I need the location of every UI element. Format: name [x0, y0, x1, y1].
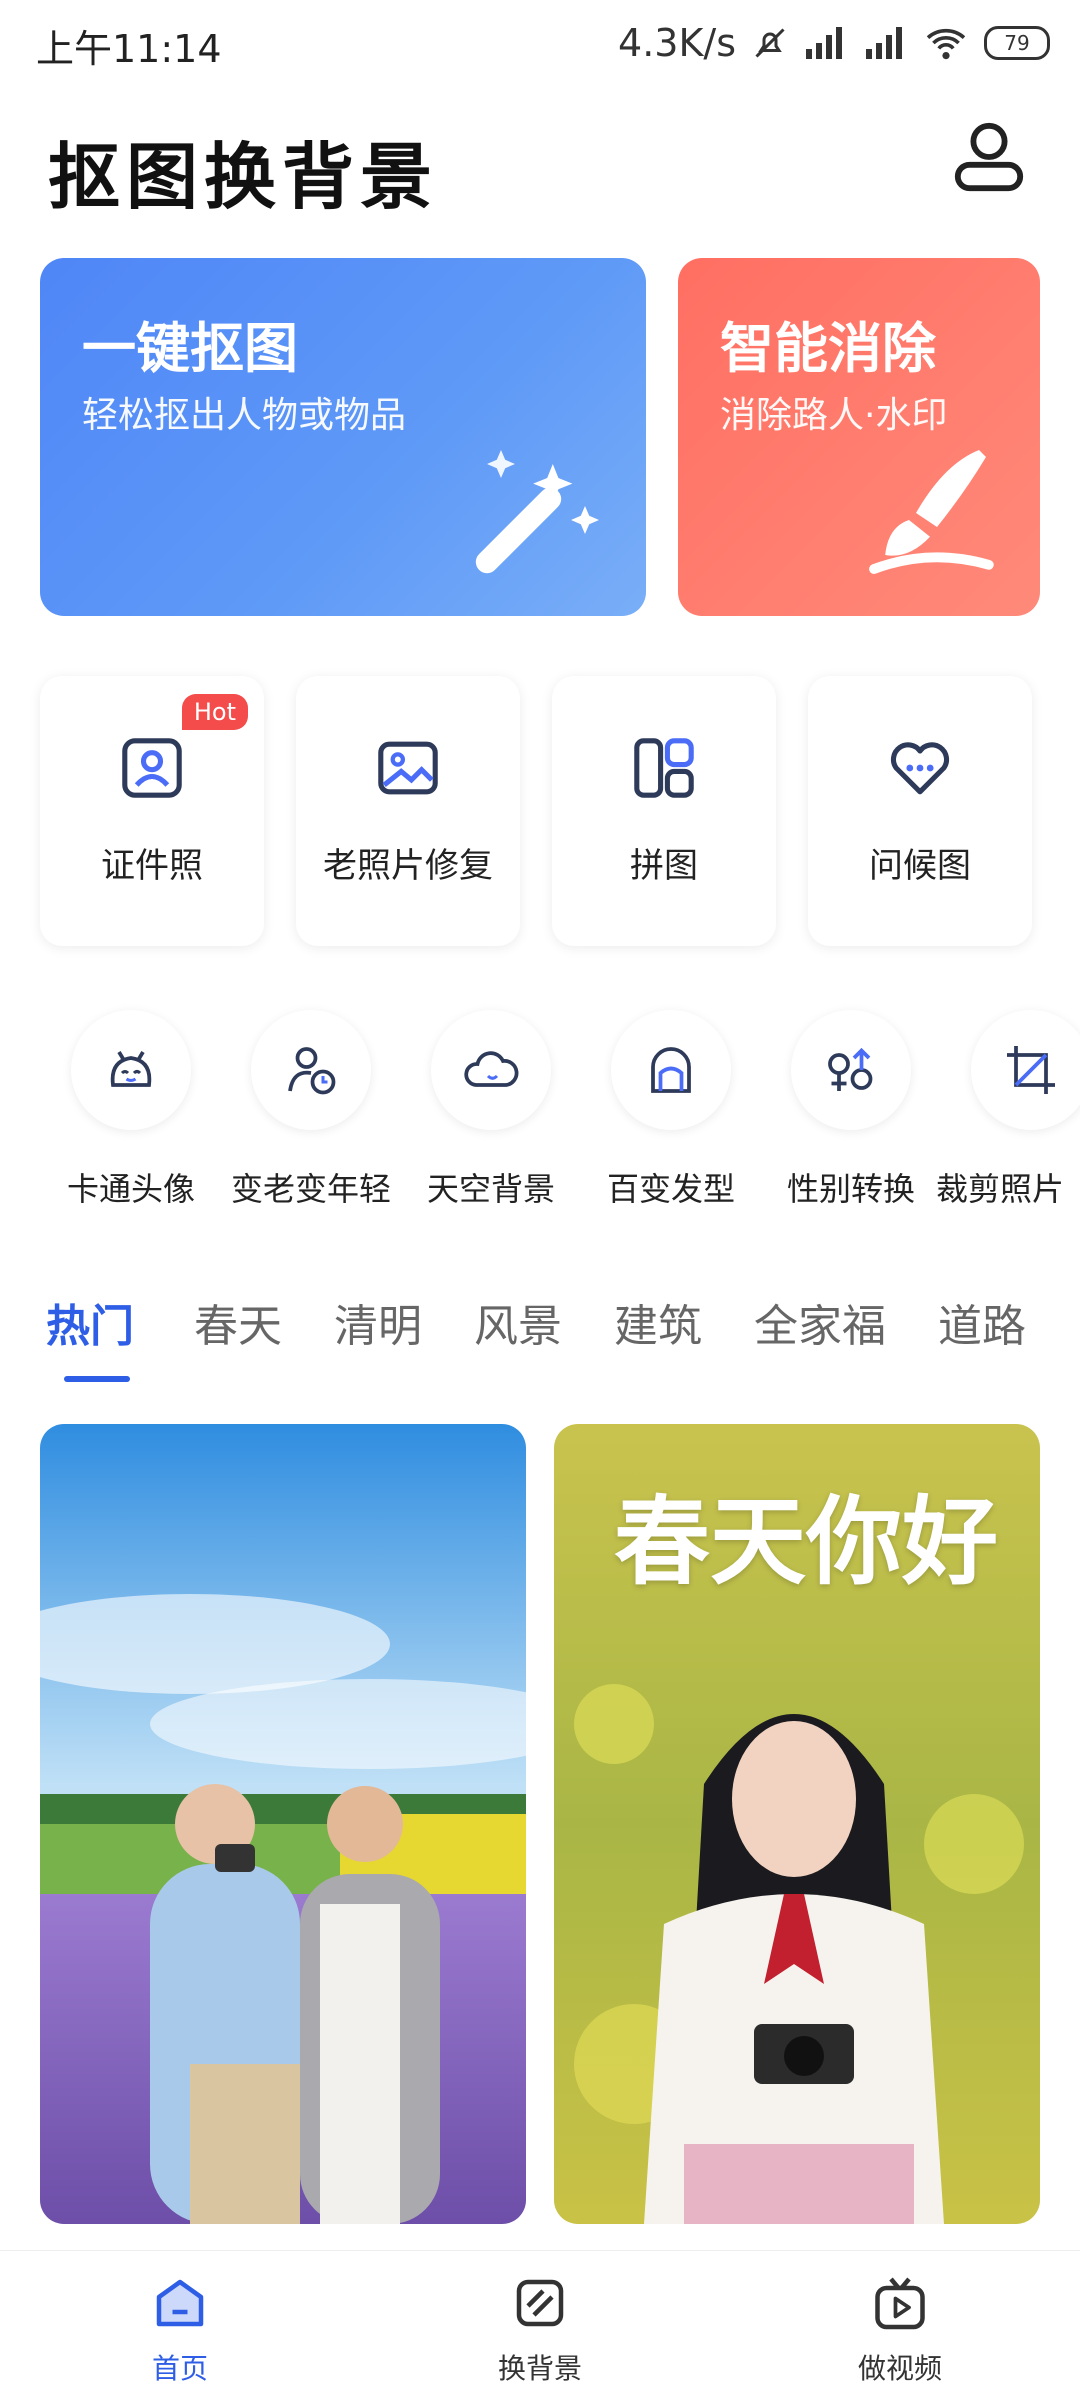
nav-make-video[interactable]: 做视频 — [800, 2273, 1000, 2393]
profile-icon[interactable] — [950, 118, 1028, 196]
tool-circle — [251, 1010, 371, 1130]
crop-icon — [1007, 1046, 1055, 1094]
feature-label: 老照片修复 — [323, 846, 493, 886]
cutout-card[interactable]: 一键抠图 轻松抠出人物或物品 — [40, 258, 646, 616]
feature-greeting-image[interactable]: 问候图 — [808, 676, 1032, 946]
tool-circle — [791, 1010, 911, 1130]
home-icon — [156, 2279, 204, 2327]
tool-circle — [431, 1010, 551, 1130]
mute-bell-icon — [755, 28, 785, 58]
feature-label: 拼图 — [630, 846, 698, 886]
tab-spring[interactable]: 春天 — [194, 1290, 282, 1354]
template-card-lavender-couple[interactable] — [40, 1424, 526, 2224]
tool-label: 卡通头像 — [66, 1170, 195, 1208]
status-indicators: 4.3K/s 79 — [618, 16, 1050, 70]
active-tab-indicator — [64, 1376, 130, 1382]
swap-background-icon — [516, 2279, 564, 2327]
id-photo-icon — [122, 738, 182, 798]
feature-label: 证件照 — [101, 846, 203, 886]
tool-cartoon-avatar[interactable]: 卡通头像 — [46, 1000, 216, 1220]
spring-hello-text: 春天你好 — [614, 1485, 998, 1598]
tool-label: 性别转换 — [786, 1170, 915, 1208]
image-icon — [378, 741, 438, 795]
cloud-icon — [464, 1051, 519, 1087]
collage-icon — [634, 738, 694, 798]
battery-indicator: 79 — [984, 26, 1050, 60]
hairstyle-icon — [651, 1047, 691, 1093]
gender-icon — [828, 1047, 873, 1091]
person-clock-icon — [288, 1047, 336, 1095]
tool-crop-photo[interactable]: 裁剪照片 — [936, 1000, 1080, 1220]
tool-label: 裁剪照片 — [936, 1170, 1065, 1208]
app-title: 抠图换背景 — [48, 135, 439, 219]
bottom-navigation: 首页 换背景 做视频 — [0, 2250, 1080, 2401]
nav-label: 换背景 — [497, 2352, 582, 2385]
status-time: 上午11:14 — [36, 27, 222, 71]
nav-home[interactable]: 首页 — [80, 2273, 280, 2393]
lavender-couple-image — [40, 1424, 526, 2224]
tab-scenery[interactable]: 风景 — [474, 1290, 562, 1354]
tool-label: 变老变年轻 — [230, 1170, 391, 1208]
tab-architecture[interactable]: 建筑 — [614, 1290, 702, 1354]
feature-collage[interactable]: 拼图 — [552, 676, 776, 946]
tool-hairstyle[interactable]: 百变发型 — [586, 1000, 756, 1220]
tool-circle — [71, 1010, 191, 1130]
heart-chat-icon — [890, 742, 950, 795]
signal-icon-2 — [866, 27, 902, 59]
tab-family-photo[interactable]: 全家福 — [754, 1290, 886, 1354]
cutout-subtitle: 轻松抠出人物或物品 — [82, 395, 407, 436]
feature-old-photo-restore[interactable]: 老照片修复 — [296, 676, 520, 946]
erase-title: 智能消除 — [720, 317, 936, 380]
hot-badge: Hot — [181, 694, 248, 730]
tab-hot[interactable]: 热门 — [46, 1290, 134, 1354]
cartoon-face-icon — [110, 1051, 152, 1087]
erase-card[interactable]: 智能消除 消除路人·水印 — [678, 258, 1040, 616]
status-bar: 上午11:14 4.3K/s 79 — [0, 0, 1080, 88]
tool-label: 百变发型 — [606, 1170, 735, 1208]
signal-icon — [806, 27, 842, 59]
magic-wand-icon — [475, 450, 599, 574]
network-speed: 4.3K/s — [618, 21, 736, 65]
tab-road[interactable]: 道路 — [938, 1290, 1026, 1354]
tool-sky-background[interactable]: 天空背景 — [406, 1000, 576, 1220]
tv-play-icon — [875, 2277, 925, 2330]
brush-icon — [869, 450, 994, 574]
nav-label: 首页 — [151, 2352, 208, 2385]
tool-age-change[interactable]: 变老变年轻 — [226, 1000, 396, 1220]
tool-gender-swap[interactable]: 性别转换 — [766, 1000, 936, 1220]
feature-id-photo[interactable]: Hot 证件照 — [40, 676, 264, 946]
tool-circle — [611, 1010, 731, 1130]
tool-circle — [971, 1010, 1080, 1130]
cutout-title: 一键抠图 — [82, 317, 298, 380]
tool-label: 天空背景 — [426, 1170, 555, 1208]
template-card-spring-hello[interactable]: 春天你好 — [554, 1424, 1040, 2224]
wifi-icon — [926, 28, 966, 60]
nav-swap-background[interactable]: 换背景 — [440, 2273, 640, 2393]
tab-qingming[interactable]: 清明 — [334, 1290, 422, 1354]
category-tabs: 热门 春天 清明 风景 建筑 全家福 道路 — [0, 1290, 1080, 1382]
erase-subtitle: 消除路人·水印 — [720, 395, 948, 436]
nav-label: 做视频 — [857, 2352, 942, 2385]
feature-label: 问候图 — [869, 846, 971, 886]
